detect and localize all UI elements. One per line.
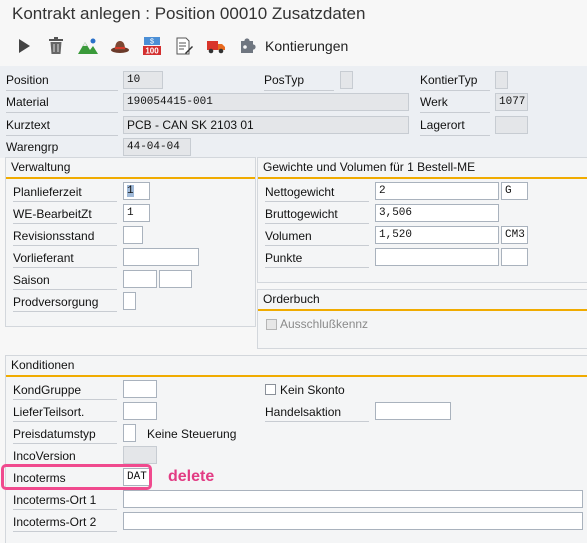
preisdatumstyp-text: Keine Steuerung xyxy=(147,427,237,441)
gewichte-group: Gewichte und Volumen für 1 Bestell-ME Ne… xyxy=(257,157,587,283)
lieferteilsort-field[interactable] xyxy=(123,402,157,420)
saison-field-1[interactable] xyxy=(123,270,157,288)
handelsaktion-label: Handelsaktion xyxy=(265,405,342,419)
volumen-field[interactable]: 1,520 xyxy=(375,226,499,244)
document-edit-icon[interactable] xyxy=(174,36,194,56)
warengrp-field[interactable]: 44-04-04 xyxy=(123,138,191,156)
gewichte-title: Gewichte und Volumen für 1 Bestell-ME xyxy=(263,160,476,174)
konditionen-title: Konditionen xyxy=(11,358,75,372)
bruttogewicht-field[interactable]: 3,506 xyxy=(375,204,499,222)
kondgruppe-field[interactable] xyxy=(123,380,157,398)
punkte-unit[interactable] xyxy=(501,248,528,266)
execute-icon[interactable] xyxy=(14,36,34,56)
postyp-field[interactable] xyxy=(340,71,353,89)
preisdatumstyp-label: Preisdatumstyp xyxy=(13,427,96,441)
kontierungen-button[interactable]: Kontierungen xyxy=(265,38,348,54)
vorlieferant-field[interactable] xyxy=(123,248,199,266)
incoversion-field[interactable] xyxy=(123,446,157,464)
mountains-icon[interactable] xyxy=(78,36,98,56)
orderbuch-title: Orderbuch xyxy=(263,292,320,306)
hat-icon[interactable] xyxy=(110,36,130,56)
nettogewicht-field[interactable]: 2 xyxy=(375,182,499,200)
material-label: Material xyxy=(6,95,49,109)
position-label: Position xyxy=(6,73,49,87)
nettogewicht-unit[interactable]: G xyxy=(501,182,528,200)
ausschlusskennz-checkbox[interactable] xyxy=(266,319,277,330)
window-title: Kontrakt anlegen : Position 00010 Zusatz… xyxy=(12,4,366,23)
svg-text:100: 100 xyxy=(145,47,159,56)
saison-field-2[interactable] xyxy=(159,270,192,288)
konditionen-group: Konditionen KondGruppe Kein Skonto Liefe… xyxy=(5,355,587,543)
incoterms-highlight xyxy=(1,464,152,490)
prodversorgung-label: Prodversorgung xyxy=(13,295,99,309)
kondgruppe-label: KondGruppe xyxy=(13,383,82,397)
vorlieferant-label: Vorlieferant xyxy=(13,251,74,265)
verwaltung-group: Verwaltung Planlieferzeit 1 WE-BearbeitZ… xyxy=(5,157,256,327)
kontiertyp-label: KontierTyp xyxy=(420,73,478,87)
material-field[interactable]: 190054415-001 xyxy=(123,93,409,111)
nettogewicht-label: Nettogewicht xyxy=(265,185,335,199)
verwaltung-title: Verwaltung xyxy=(11,160,71,174)
trash-icon[interactable] xyxy=(46,36,66,56)
incoversion-label: IncoVersion xyxy=(13,449,76,463)
lagerort-label: Lagerort xyxy=(420,118,465,132)
planlieferzeit-label: Planlieferzeit xyxy=(13,185,82,199)
position-field[interactable]: 10 xyxy=(123,71,163,89)
punkte-label: Punkte xyxy=(265,251,303,265)
puzzle-icon[interactable] xyxy=(238,36,258,56)
lagerort-field[interactable] xyxy=(495,116,528,134)
incoterms-ort1-label: Incoterms-Ort 1 xyxy=(13,493,97,507)
header-area: Position 10 PosTyp KontierTyp Material 1… xyxy=(0,66,587,158)
volumen-unit[interactable]: CM3 xyxy=(501,226,528,244)
revisionsstand-field[interactable] xyxy=(123,226,143,244)
ausschlusskennz-label: Ausschlußkennz xyxy=(280,317,369,331)
delete-annotation: delete xyxy=(168,468,215,485)
orderbuch-group: Orderbuch Ausschlußkennz xyxy=(257,289,587,349)
werk-label: Werk xyxy=(420,95,448,109)
bruttogewicht-label: Bruttogewicht xyxy=(265,207,338,221)
werk-field[interactable]: 1077 xyxy=(495,93,528,111)
volumen-label: Volumen xyxy=(265,229,312,243)
kurztext-label: Kurztext xyxy=(6,118,51,132)
svg-text:$: $ xyxy=(150,39,154,46)
kein-skonto-label: Kein Skonto xyxy=(280,383,345,397)
warengrp-label: Warengrp xyxy=(6,140,59,154)
handelsaktion-field[interactable] xyxy=(375,402,451,420)
lieferteilsort-label: LieferTeilsort. xyxy=(13,405,85,419)
saison-label: Saison xyxy=(13,273,50,287)
toolbar: $100 Kontierungen xyxy=(0,30,587,62)
incoterms-ort2-field[interactable] xyxy=(123,512,583,530)
preisdatumstyp-field[interactable] xyxy=(123,424,136,442)
incoterms-ort2-label: Incoterms-Ort 2 xyxy=(13,515,97,529)
kontiertyp-field[interactable] xyxy=(495,71,508,89)
price-100-icon[interactable]: $100 xyxy=(142,36,162,56)
incoterms-ort1-field[interactable] xyxy=(123,490,583,508)
punkte-field[interactable] xyxy=(375,248,499,266)
kein-skonto-checkbox[interactable] xyxy=(265,384,276,395)
we-bearbeitzt-field[interactable]: 1 xyxy=(123,204,150,222)
planlieferzeit-field[interactable]: 1 xyxy=(123,182,150,200)
prodversorgung-field[interactable] xyxy=(123,292,136,310)
truck-icon[interactable] xyxy=(206,36,226,56)
postyp-label: PosTyp xyxy=(264,73,305,87)
revisionsstand-label: Revisionsstand xyxy=(13,229,95,243)
kurztext-field[interactable]: PCB - CAN SK 2103 01 xyxy=(123,116,409,134)
we-bearbeitzt-label: WE-BearbeitZt xyxy=(13,207,92,221)
